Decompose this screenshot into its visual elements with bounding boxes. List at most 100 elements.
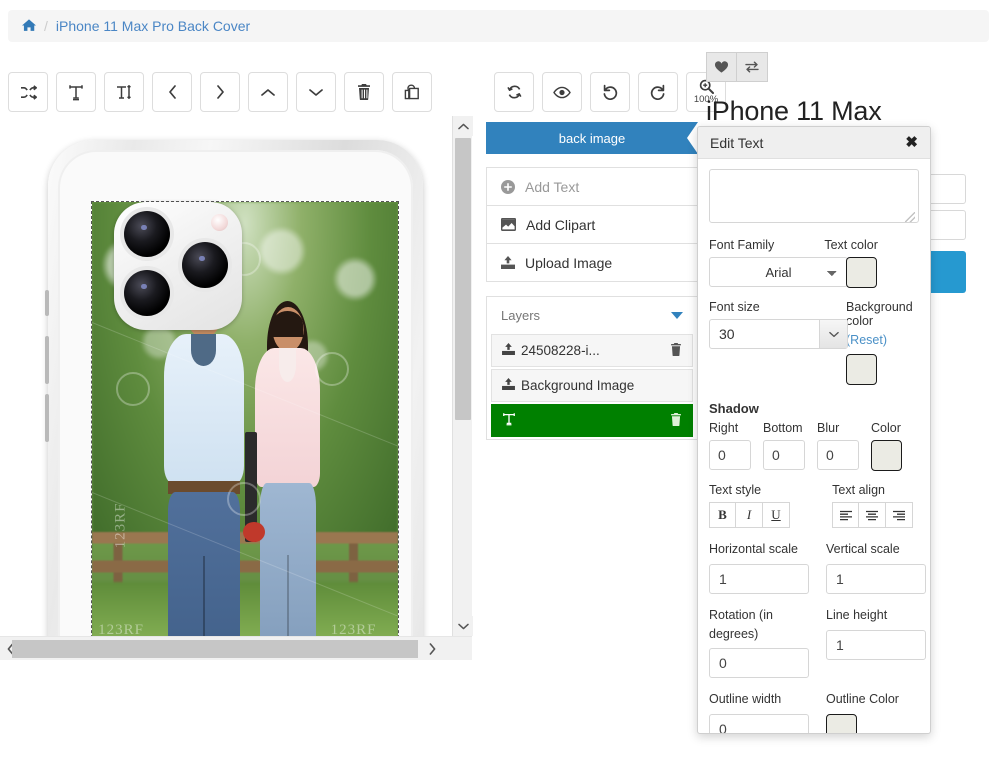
- canvas-vertical-scrollbar[interactable]: [452, 116, 472, 636]
- outline-color-swatch[interactable]: [826, 714, 857, 734]
- compare-icon[interactable]: [737, 52, 768, 82]
- canvas-horizontal-scrollbar[interactable]: [0, 636, 472, 660]
- vertical-scale-label: Vertical scale: [826, 540, 926, 559]
- background-color-swatch[interactable]: [846, 354, 877, 385]
- rotation-input[interactable]: [709, 648, 809, 678]
- add-text-option[interactable]: Add Text: [487, 168, 697, 206]
- layer-label: 24508228-i...: [521, 343, 600, 358]
- edit-text-dialog: Edit Text ✖ Font Family Text color Arial: [697, 126, 931, 734]
- align-left-icon[interactable]: [832, 502, 859, 528]
- layer-label: Background Image: [521, 378, 634, 393]
- font-row: Font Family Text color: [709, 226, 919, 257]
- heart-icon[interactable]: [706, 52, 737, 82]
- move-down-button[interactable]: [296, 72, 336, 112]
- camera-flash: [211, 214, 228, 231]
- scroll-thumb-horizontal[interactable]: [12, 640, 418, 658]
- font-size-stepper[interactable]: [709, 319, 848, 349]
- undo-button[interactable]: [590, 72, 630, 112]
- style-align-row: Text style B I U Text align: [709, 471, 919, 528]
- outline-width-input[interactable]: [709, 714, 809, 734]
- scroll-up-arrow[interactable]: [453, 116, 473, 136]
- upload-icon: [501, 256, 515, 269]
- phone-mute-switch: [45, 290, 49, 316]
- held-object-base: [243, 522, 264, 542]
- breadcrumb: / iPhone 11 Max Pro Back Cover: [8, 10, 989, 42]
- layers-header[interactable]: Layers: [487, 297, 697, 334]
- breadcrumb-title[interactable]: iPhone 11 Max Pro Back Cover: [56, 18, 250, 34]
- breadcrumb-separator: /: [44, 18, 48, 34]
- text-height-button[interactable]: [104, 72, 144, 112]
- move-right-button[interactable]: [200, 72, 240, 112]
- back-image-tab[interactable]: back image: [486, 122, 698, 154]
- delete-layer-icon[interactable]: [670, 343, 682, 359]
- layers-title: Layers: [501, 308, 540, 323]
- delete-layer-icon[interactable]: [670, 413, 682, 429]
- font-family-select[interactable]: Arial: [709, 257, 848, 287]
- font-family-label: Font Family: [709, 238, 808, 252]
- close-icon[interactable]: ✖: [905, 135, 918, 150]
- refresh-button[interactable]: [494, 72, 534, 112]
- table-row[interactable]: Background Image: [491, 369, 693, 402]
- camera-lens: [124, 270, 170, 316]
- plus-circle-icon: [501, 180, 515, 194]
- phone-mockup: 123RF 123RF 123RF: [48, 140, 423, 660]
- shadow-right-input[interactable]: [709, 440, 751, 470]
- upload-image-label: Upload Image: [525, 255, 612, 271]
- camera-lens: [124, 211, 170, 257]
- upload-icon: [502, 343, 515, 358]
- redo-button[interactable]: [638, 72, 678, 112]
- design-action-list: Add Text Add Clipart Upl: [486, 167, 698, 282]
- text-color-swatch[interactable]: [846, 257, 877, 288]
- upload-image-option[interactable]: Upload Image: [487, 244, 697, 282]
- phone-volume-up: [45, 336, 49, 384]
- horizontal-scale-label: Horizontal scale: [709, 540, 809, 559]
- text-content-input[interactable]: [709, 169, 919, 223]
- vertical-scale-input[interactable]: [826, 564, 926, 594]
- chevron-down-icon[interactable]: [819, 320, 847, 348]
- add-clipart-option[interactable]: Add Clipart: [487, 206, 697, 244]
- shadow-bottom-input[interactable]: [763, 440, 805, 470]
- edit-text-body: Font Family Text color Arial Font: [698, 159, 930, 734]
- camera-lens: [182, 242, 228, 288]
- outline-width-label: Outline width: [709, 690, 809, 709]
- scroll-right-arrow[interactable]: [422, 637, 442, 661]
- move-left-button[interactable]: [152, 72, 192, 112]
- line-height-input[interactable]: [826, 630, 926, 660]
- table-row[interactable]: [491, 404, 693, 437]
- font-row-controls: Arial: [709, 257, 919, 288]
- italic-button[interactable]: I: [736, 502, 763, 528]
- dialog-title: Edit Text: [710, 135, 763, 151]
- background-color-reset-link[interactable]: (Reset): [846, 333, 919, 347]
- table-row[interactable]: 24508228-i...: [491, 334, 693, 367]
- editor-toolbar: [8, 72, 432, 112]
- text-style-group: B I U: [709, 502, 800, 528]
- scroll-thumb-vertical[interactable]: [455, 138, 471, 420]
- home-icon[interactable]: [22, 19, 36, 34]
- shadow-blur-input[interactable]: [817, 440, 859, 470]
- underline-button[interactable]: U: [763, 502, 790, 528]
- align-center-icon[interactable]: [859, 502, 886, 528]
- move-up-button[interactable]: [248, 72, 288, 112]
- outline-row: Outline width Outline Color: [709, 678, 919, 734]
- shadow-color-swatch[interactable]: [871, 440, 902, 471]
- design-canvas[interactable]: 123RF 123RF 123RF: [0, 116, 472, 660]
- duplicate-button[interactable]: [392, 72, 432, 112]
- text-input-wrapper: [709, 169, 919, 226]
- phone-volume-down: [45, 394, 49, 442]
- shadow-controls: Right Bottom Blur Color: [709, 421, 919, 471]
- preview-eye-button[interactable]: [542, 72, 582, 112]
- chevron-down-icon[interactable]: [671, 312, 683, 319]
- bold-button[interactable]: B: [709, 502, 736, 528]
- text-vertical-button[interactable]: [56, 72, 96, 112]
- size-row: Font size Background color (Reset): [709, 288, 919, 385]
- horizontal-scale-input[interactable]: [709, 564, 809, 594]
- image-icon: [501, 218, 516, 231]
- shuffle-button[interactable]: [8, 72, 48, 112]
- scroll-down-arrow[interactable]: [453, 616, 473, 636]
- design-options-panel: back image Add Text Add C: [486, 122, 698, 440]
- upload-icon: [502, 378, 515, 393]
- delete-button[interactable]: [344, 72, 384, 112]
- canvas-toolbar: 100%: [494, 72, 726, 112]
- align-right-icon[interactable]: [886, 502, 913, 528]
- layers-panel: Layers 24508228-i...: [486, 296, 698, 440]
